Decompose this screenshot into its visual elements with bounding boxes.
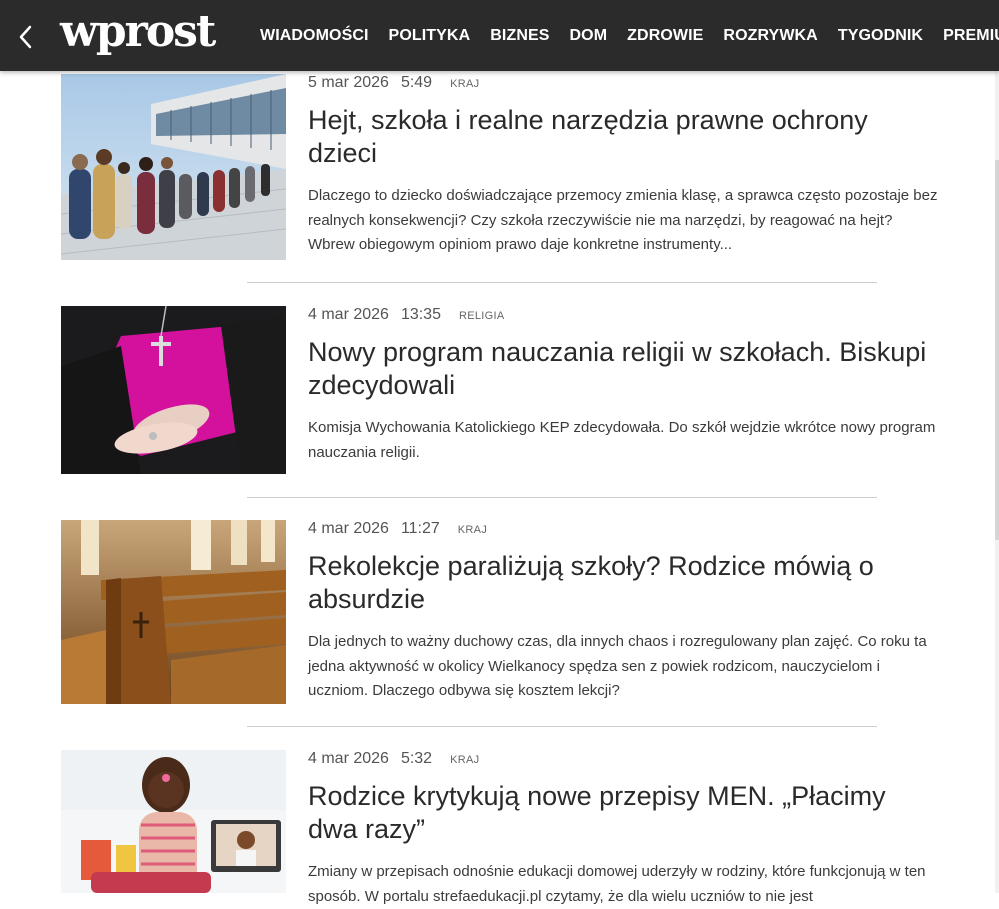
nav-item-rozrywka[interactable]: ROZRYWKA <box>713 27 827 45</box>
article-thumbnail[interactable] <box>61 750 286 893</box>
article-time: 13:35 <box>400 306 441 323</box>
nav-item-tygodnik[interactable]: TYGODNIK <box>828 27 933 45</box>
article-thumbnail[interactable] <box>61 306 286 474</box>
article-category[interactable]: KRAJ <box>450 754 479 766</box>
wprost-logo[interactable]: wprost <box>60 6 216 58</box>
article-date: 5 mar 2026 <box>308 74 389 91</box>
article-title[interactable]: Rekolekcje paraliżują szkoły? Rodzice mó… <box>308 550 938 616</box>
article-title[interactable]: Hejt, szkoła i realne narzędzia prawne o… <box>308 104 938 170</box>
article-meta: 4 mar 2026 13:35 RELIGIA <box>308 306 938 326</box>
article-date: 4 mar 2026 <box>308 750 389 767</box>
article-thumbnail[interactable] <box>61 520 286 704</box>
nav-item-premium[interactable]: PREMIUM <box>933 27 999 45</box>
nav-item-dom[interactable]: DOM <box>560 27 618 45</box>
article-content: 4 mar 2026 5:32 KRAJ Rodzice krytykują n… <box>308 750 938 909</box>
nav-item-zdrowie[interactable]: ZDROWIE <box>617 27 713 45</box>
article-lead: Dlaczego to dziecko doświadczające przem… <box>308 187 938 253</box>
article-title[interactable]: Nowy program nauczania religii w szkołac… <box>308 336 938 402</box>
scrollbar-thumb[interactable] <box>995 160 999 540</box>
back-arrow-icon[interactable] <box>14 22 38 52</box>
article-lead: Komisja Wychowania Katolickiego KEP zdec… <box>308 419 936 461</box>
article-content: 4 mar 2026 11:27 KRAJ Rekolekcje paraliż… <box>308 520 938 704</box>
article-divider <box>247 726 877 727</box>
nav-item-biznes[interactable]: BIZNES <box>480 27 559 45</box>
article-divider <box>247 497 877 498</box>
article-time: 5:49 <box>400 74 433 91</box>
article-time: 5:32 <box>400 750 433 767</box>
article-date: 4 mar 2026 <box>308 520 389 537</box>
nav-item-wiadomosci[interactable]: WIADOMOŚCI <box>250 27 379 45</box>
main-nav: WIADOMOŚCI POLITYKA BIZNES DOM ZDROWIE R… <box>250 0 999 71</box>
article-divider <box>247 282 877 283</box>
article-meta: 5 mar 2026 5:49 KRAJ <box>308 74 938 94</box>
top-navigation-bar: wprost WIADOMOŚCI POLITYKA BIZNES DOM ZD… <box>0 0 999 71</box>
article-category[interactable]: KRAJ <box>450 78 479 90</box>
article-lead: Zmiany w przepisach odnośnie edukacji do… <box>308 863 926 905</box>
article-date: 4 mar 2026 <box>308 306 389 323</box>
article-content: 4 mar 2026 13:35 RELIGIA Nowy program na… <box>308 306 938 465</box>
article-meta: 4 mar 2026 11:27 KRAJ <box>308 520 938 540</box>
article-category[interactable]: KRAJ <box>458 524 487 536</box>
nav-item-polityka[interactable]: POLITYKA <box>379 27 481 45</box>
article-content: 5 mar 2026 5:49 KRAJ Hejt, szkoła i real… <box>308 74 938 258</box>
article-meta: 4 mar 2026 5:32 KRAJ <box>308 750 938 770</box>
article-thumbnail[interactable] <box>61 74 286 260</box>
article-lead: Dla jednych to ważny duchowy czas, dla i… <box>308 633 927 699</box>
article-time: 11:27 <box>400 520 440 537</box>
article-title[interactable]: Rodzice krytykują nowe przepisy MEN. „Pł… <box>308 780 938 846</box>
article-category[interactable]: RELIGIA <box>459 310 505 322</box>
